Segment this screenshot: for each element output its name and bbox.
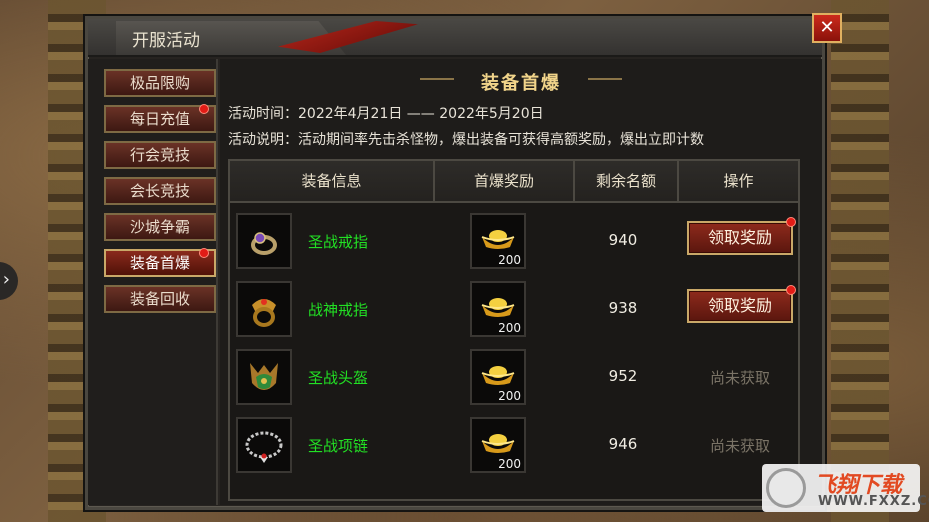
sidebar-item-label: 每日充值 [129,110,190,128]
sidebar-item-label: 沙城争霸 [129,218,190,236]
table-header: 装备信息 首爆奖励 剩余名额 操作 [230,161,798,203]
remaining-count: 952 [608,367,638,385]
event-time: 活动时间：2022年4月21日 —— 2022年5月20日 [228,106,544,122]
reward-slot[interactable]: 200 [470,281,526,337]
not-obtained-status: 尚未获取 [709,437,770,455]
item-name: 圣战头盔 [308,369,369,387]
event-window: 开服活动 ✕ 极品限购 每日充值 行会竞技 会长竞技 沙城争霸 装备首爆 装备回… [85,13,842,510]
item-name: 战神戒指 [308,301,369,319]
claim-reward-button[interactable]: 领取奖励 [687,221,793,255]
reward-quantity: 200 [498,389,521,403]
section-title: 装备首爆 [481,73,561,94]
gold-ingot-icon [481,230,515,249]
not-obtained-status: 尚未获取 [709,369,770,387]
watermark-logo-icon [766,468,806,508]
notification-badge [199,248,209,258]
reward-quantity: 200 [498,457,521,471]
sidebar-item-leader-contest[interactable]: 会长竞技 [104,177,216,205]
sidebar: 极品限购 每日充值 行会竞技 会长竞技 沙城争霸 装备首爆 装备回收 [88,59,218,505]
necklace-icon [245,431,283,463]
sidebar-item-castle-siege[interactable]: 沙城争霸 [104,213,216,241]
sidebar-item-label: 极品限购 [129,74,190,92]
main-panel: 装备首爆 活动时间：2022年4月21日 —— 2022年5月20日 活动说明：… [220,59,822,505]
event-description: 活动说明：活动期间率先击杀怪物，爆出装备可获得高额奖励，爆出立即计数 [228,132,704,148]
reward-slot[interactable]: 200 [470,213,526,269]
notification-badge [199,104,209,114]
item-name: 圣战项链 [308,437,369,455]
sidebar-item-guild-contest[interactable]: 行会竞技 [104,141,216,169]
remaining-count: 946 [608,435,638,453]
sidebar-item-label: 行会竞技 [129,146,190,164]
notification-badge [786,285,796,295]
gold-ingot-icon [481,366,515,385]
window-title: 开服活动 [132,31,200,51]
header-first-drop-reward: 首爆奖励 [435,161,575,201]
dragon-frame-right [831,0,889,522]
item-name: 圣战戒指 [308,233,369,251]
reward-slot[interactable]: 200 [470,417,526,473]
header-action: 操作 [723,172,754,190]
table-row: 战神戒指 200 938 领取奖励 [230,277,798,345]
table-row: 圣战头盔 200 952 尚未获取 [230,345,798,413]
watermark: 飞翔下载 WWW.FXXZ.COM [762,464,929,512]
ornament-right [588,78,622,80]
item-slot[interactable] [236,281,292,337]
sidebar-item-premium-purchase[interactable]: 极品限购 [104,69,216,97]
header-equipment-info: 装备信息 [230,161,435,201]
title-bar: 开服活动 [88,19,822,57]
sidebar-item-label: 装备首爆 [129,254,190,272]
notification-badge [786,217,796,227]
item-slot[interactable] [236,417,292,473]
item-slot[interactable] [236,349,292,405]
sidebar-item-label: 装备回收 [129,290,190,308]
header-remaining-slots: 剩余名额 [575,161,679,201]
close-button[interactable]: ✕ [812,13,842,43]
watermark-url: WWW.FXXZ.COM [818,494,929,509]
reward-quantity: 200 [498,321,521,335]
ring-icon [252,299,276,327]
sidebar-item-equipment-recycle[interactable]: 装备回收 [104,285,216,313]
gold-ingot-icon [481,298,515,317]
item-slot[interactable] [236,213,292,269]
table-row: 圣战项链 200 946 尚未获取 [230,413,798,481]
side-expand-arrow-icon[interactable]: › [0,262,18,300]
reward-quantity: 200 [498,253,521,267]
first-drop-table: 装备信息 首爆奖励 剩余名额 操作 圣战戒指 200 940 领取奖励 战神戒指… [228,159,800,501]
helmet-icon [250,363,278,390]
table-row: 圣战戒指 200 940 领取奖励 [230,209,798,277]
reward-slot[interactable]: 200 [470,349,526,405]
ring-icon [251,232,277,255]
gold-ingot-icon [481,434,515,453]
claim-reward-button[interactable]: 领取奖励 [687,289,793,323]
remaining-count: 940 [608,231,638,249]
remaining-count: 938 [608,299,638,317]
sidebar-item-label: 会长竞技 [129,182,190,200]
